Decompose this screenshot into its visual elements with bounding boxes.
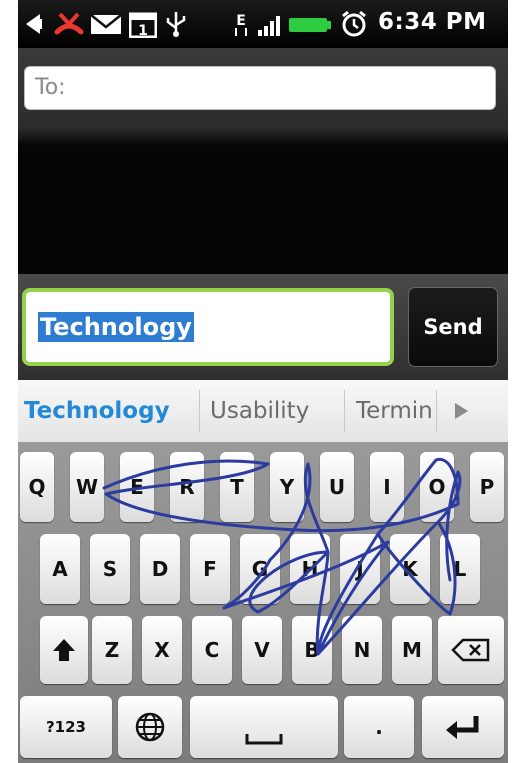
suggestion-divider bbox=[199, 390, 200, 432]
key-label: O bbox=[428, 475, 446, 499]
shift-icon bbox=[53, 639, 75, 661]
key-o[interactable]: O bbox=[420, 452, 454, 522]
key-label: T bbox=[230, 475, 244, 499]
suggestion-strip: Technology Usability Termin bbox=[18, 380, 508, 442]
key-label: Z bbox=[104, 638, 120, 662]
delete-key[interactable] bbox=[438, 616, 504, 684]
key-label: I bbox=[383, 475, 391, 499]
back-arrow-icon bbox=[26, 14, 42, 34]
key-label: P bbox=[479, 475, 495, 499]
key-k[interactable]: K bbox=[390, 534, 430, 604]
delete-icon bbox=[451, 638, 490, 662]
mail-icon bbox=[90, 14, 122, 34]
key-x[interactable]: X bbox=[142, 616, 182, 684]
key-label: H bbox=[301, 557, 319, 581]
message-selected-text: Technology bbox=[38, 312, 194, 342]
key-e[interactable]: E bbox=[120, 452, 154, 522]
phone-screen: 1 E 6:34 PM To: Technology Send Technolo… bbox=[18, 0, 508, 763]
key-label: ?123 bbox=[45, 718, 86, 736]
key-label: M bbox=[402, 638, 422, 662]
suggestion-divider bbox=[344, 390, 345, 432]
key-w[interactable]: W bbox=[70, 452, 104, 522]
key-label: L bbox=[453, 557, 467, 581]
compose-bar: Technology Send bbox=[18, 274, 508, 380]
key-label: V bbox=[254, 638, 270, 662]
send-button[interactable]: Send bbox=[408, 287, 498, 367]
keyboard: Q W E R T Y U I O P A S D F G H J K L Z … bbox=[18, 442, 508, 763]
key-label: W bbox=[75, 475, 99, 499]
key-label: Y bbox=[279, 475, 295, 499]
key-j[interactable]: J bbox=[340, 534, 380, 604]
key-label: N bbox=[353, 638, 371, 662]
conversation-area bbox=[18, 128, 508, 274]
key-label: E bbox=[130, 475, 144, 499]
key-r[interactable]: R bbox=[170, 452, 204, 522]
space-key[interactable] bbox=[190, 696, 338, 758]
alarm-icon bbox=[342, 10, 366, 37]
battery-icon bbox=[289, 18, 331, 32]
key-label: U bbox=[328, 475, 346, 499]
suggestion-item[interactable]: Termin bbox=[356, 380, 433, 442]
key-label: B bbox=[304, 638, 320, 662]
key-label: D bbox=[151, 557, 169, 581]
signal-icon bbox=[258, 16, 280, 36]
key-c[interactable]: C bbox=[192, 616, 232, 684]
key-z[interactable]: Z bbox=[92, 616, 132, 684]
period-key[interactable]: . bbox=[344, 696, 414, 758]
suggestion-item[interactable]: Technology bbox=[24, 380, 170, 442]
key-a[interactable]: A bbox=[40, 534, 80, 604]
enter-icon bbox=[446, 716, 479, 739]
key-u[interactable]: U bbox=[320, 452, 354, 522]
key-label: C bbox=[204, 638, 220, 662]
key-y[interactable]: Y bbox=[270, 452, 304, 522]
key-label: F bbox=[203, 557, 217, 581]
status-time: 6:34 PM bbox=[378, 9, 487, 35]
key-q[interactable]: Q bbox=[20, 452, 54, 522]
key-h[interactable]: H bbox=[290, 534, 330, 604]
more-suggestions-icon[interactable] bbox=[450, 399, 472, 423]
globe-icon bbox=[135, 712, 165, 742]
key-label: R bbox=[179, 475, 195, 499]
to-placeholder: To: bbox=[35, 75, 66, 100]
key-label: Q bbox=[28, 475, 46, 499]
key-label: J bbox=[356, 557, 364, 581]
symbols-key[interactable]: ?123 bbox=[20, 696, 112, 758]
key-s[interactable]: S bbox=[90, 534, 130, 604]
key-label: X bbox=[154, 638, 170, 662]
key-label: S bbox=[102, 557, 118, 581]
key-label: K bbox=[402, 557, 418, 581]
key-g[interactable]: G bbox=[240, 534, 280, 604]
calendar-icon: 1 bbox=[129, 12, 157, 38]
status-bar: 1 E 6:34 PM bbox=[18, 0, 508, 48]
key-n[interactable]: N bbox=[342, 616, 382, 684]
shift-key[interactable] bbox=[40, 616, 88, 684]
message-input[interactable]: Technology bbox=[22, 288, 394, 366]
usb-icon bbox=[166, 12, 186, 37]
suggestion-divider bbox=[436, 390, 437, 432]
key-t[interactable]: T bbox=[220, 452, 254, 522]
key-i[interactable]: I bbox=[370, 452, 404, 522]
edge-label: E bbox=[236, 13, 246, 29]
key-l[interactable]: L bbox=[440, 534, 480, 604]
key-label: G bbox=[251, 557, 269, 581]
to-field[interactable]: To: bbox=[24, 66, 496, 110]
key-m[interactable]: M bbox=[392, 616, 432, 684]
key-d[interactable]: D bbox=[140, 534, 180, 604]
key-p[interactable]: P bbox=[470, 452, 504, 522]
key-v[interactable]: V bbox=[242, 616, 282, 684]
key-f[interactable]: F bbox=[190, 534, 230, 604]
key-b[interactable]: B bbox=[292, 616, 332, 684]
missed-call-icon bbox=[54, 12, 84, 35]
enter-key[interactable] bbox=[422, 696, 504, 758]
space-icon bbox=[245, 734, 283, 745]
calendar-day: 1 bbox=[138, 23, 148, 38]
recipient-area: To: bbox=[18, 48, 508, 128]
key-label: A bbox=[52, 557, 68, 581]
language-key[interactable] bbox=[118, 696, 182, 758]
suggestion-item[interactable]: Usability bbox=[210, 380, 309, 442]
conversation-shadow bbox=[18, 128, 508, 146]
edge-data-icon: E bbox=[235, 13, 247, 36]
key-label: . bbox=[375, 715, 383, 739]
